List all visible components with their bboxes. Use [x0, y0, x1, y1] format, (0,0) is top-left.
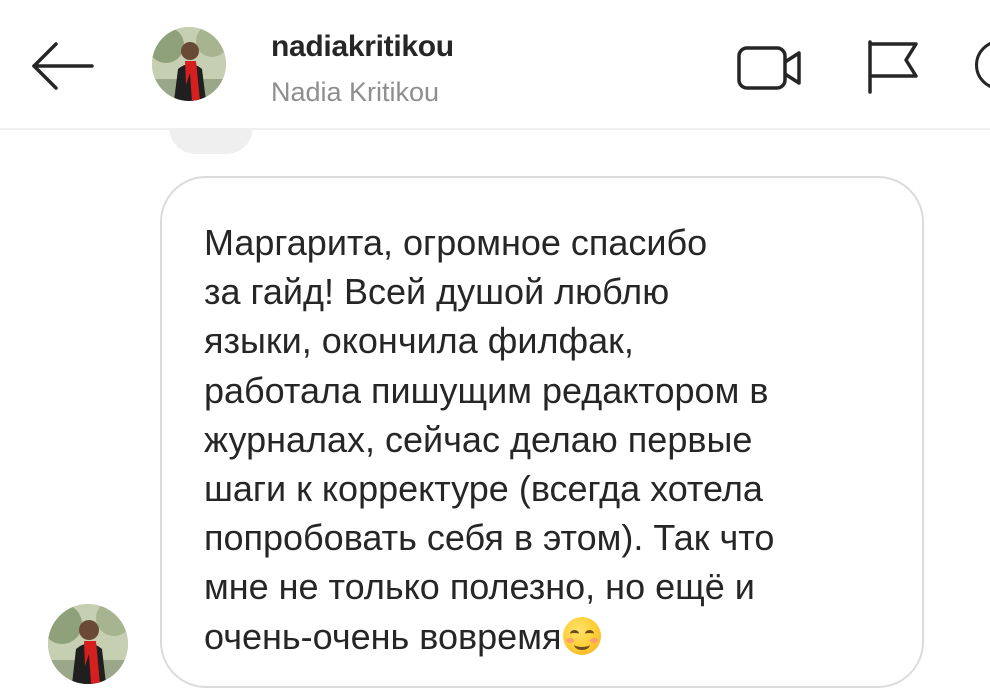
- video-call-button[interactable]: [735, 40, 805, 94]
- full-name: Nadia Kritikou: [271, 77, 440, 107]
- flag-icon: [868, 40, 918, 94]
- message-bubble[interactable]: Маргарита, огромное спасибо за гайд! Все…: [160, 176, 924, 688]
- chat-header: nadiakritikou Nadia Kritikou: [0, 0, 990, 130]
- sender-avatar[interactable]: [48, 604, 128, 684]
- profile-photo: [152, 27, 226, 101]
- info-button[interactable]: [975, 40, 990, 90]
- smiling-face-with-blush-emoji: [563, 616, 602, 655]
- video-camera-icon: [737, 46, 801, 90]
- message-body: Маргарита, огромное спасибо за гайд! Все…: [204, 222, 775, 657]
- back-button[interactable]: [26, 36, 98, 96]
- sender-photo: [48, 604, 128, 684]
- direct-message-screen: nadiakritikou Nadia Kritikou ❤ Маргарита…: [0, 0, 990, 698]
- username[interactable]: nadiakritikou: [271, 30, 454, 64]
- profile-avatar[interactable]: [152, 27, 226, 101]
- arrow-left-icon: [32, 42, 94, 90]
- report-button[interactable]: [862, 36, 924, 98]
- message-text: Маргарита, огромное спасибо за гайд! Все…: [204, 218, 894, 661]
